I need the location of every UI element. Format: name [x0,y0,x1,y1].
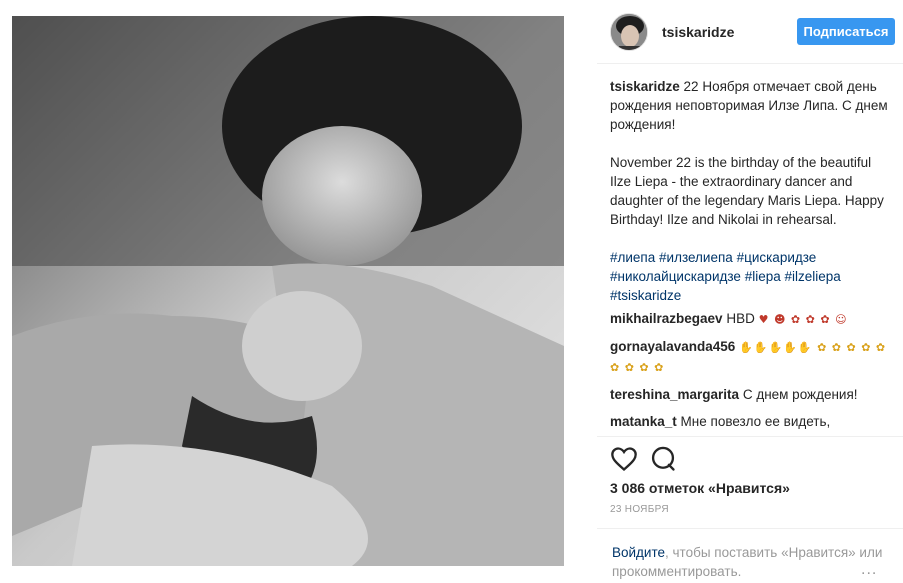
hashtag-link[interactable]: #николайцискаридзе [610,269,741,284]
caption-text-en: November 22 is the birthday of the beaut… [610,155,884,227]
login-link[interactable]: Войдите [612,545,665,560]
hashtag-link[interactable]: #tsiskaridze [610,288,681,303]
avatar-image [611,14,647,50]
post-date: 23 НОЯБРЯ [610,504,669,515]
post-photo[interactable] [12,16,564,566]
author-username[interactable]: tsiskaridze [662,24,734,40]
post-actions [597,436,903,479]
comment-username[interactable]: tereshina_margarita [610,387,739,402]
photo-image [12,16,564,566]
comment-bubble-icon[interactable] [649,445,677,473]
comment-item: matanka_t Мне повезло ее видеть, [610,412,892,431]
post-header: tsiskaridze Подписаться [597,0,903,64]
hashtag-link[interactable]: #лиепа [610,250,655,265]
likes-count[interactable]: 3 086 отметок «Нравится» [610,480,790,496]
hashtag-link[interactable]: #ilzeliepa [784,269,840,284]
comment-text: HBD [726,311,755,326]
comment-username[interactable]: gornayalavanda456 [610,339,735,354]
heart-icon[interactable] [610,445,638,473]
avatar[interactable] [610,13,648,51]
hashtag-link[interactable]: #liepa [745,269,781,284]
more-options-button[interactable]: ... [861,561,877,579]
hashtag-link[interactable]: #илзелиепа [659,250,733,265]
follow-button[interactable]: Подписаться [797,18,895,45]
hashtag-link[interactable]: #цискаридзе [737,250,817,265]
comment-username[interactable]: matanka_t [610,414,677,429]
comment-item: mikhailrazbegaev HBD ♥ ☻ ✿ ✿ ✿ ☺ [610,309,892,329]
comment-text: С днем рождения! [739,387,858,402]
login-prompt: Войдите, чтобы поставить «Нравится» или … [612,543,894,581]
comments-section: tsiskaridze 22 Ноября отмечает свой день… [610,77,892,435]
caption-hashtags: #лиепа #илзелиепа #цискаридзе #николайци… [610,248,892,305]
comment-username[interactable]: mikhailrazbegaev [610,311,723,326]
caption-username[interactable]: tsiskaridze [610,79,680,94]
post-sidebar: tsiskaridze Подписаться tsiskaridze 22 Н… [597,0,903,582]
post-caption: tsiskaridze 22 Ноября отмечает свой день… [610,77,892,305]
comment-emoji: ♥ ☻ ✿ ✿ ✿ ☺ [758,313,848,326]
comment-item: gornayalavanda456 ✋✋✋✋✋ ✿ ✿ ✿ ✿ ✿ ✿ ✿ ✿ … [610,337,892,377]
login-footer: Войдите, чтобы поставить «Нравится» или … [597,528,903,583]
comment-item: tereshina_margarita С днем рождения! [610,385,892,404]
comment-text: Мне повезло ее видеть, [676,414,831,429]
